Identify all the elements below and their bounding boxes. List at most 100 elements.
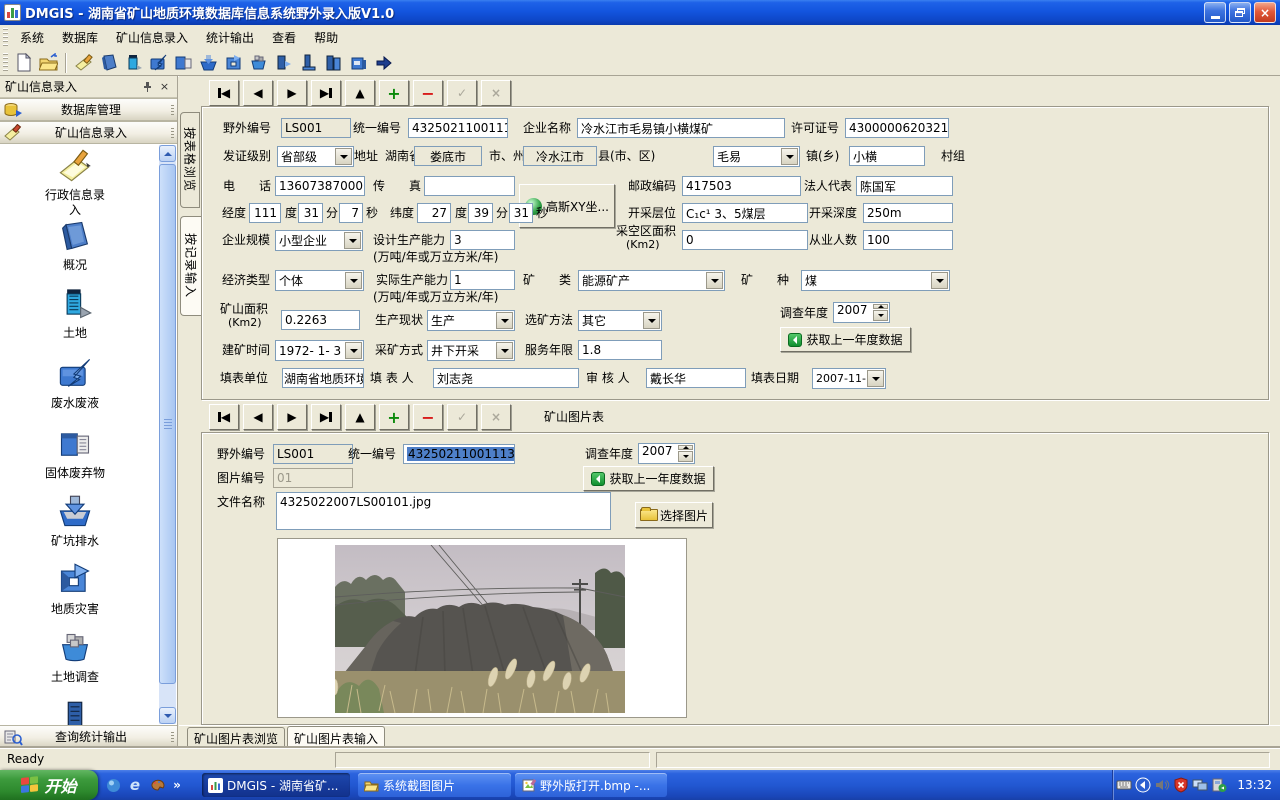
network-icon[interactable] [1192,777,1208,793]
county-combo[interactable]: 毛易 [713,146,800,167]
dropdown-arrow-icon[interactable] [931,272,948,289]
menu-mine-info-entry[interactable]: 矿山信息录入 [107,26,197,49]
town-input[interactable]: 小横 [849,146,925,166]
fill-person-input[interactable]: 刘志尧 [433,368,579,388]
dropdown-arrow-icon[interactable] [345,342,362,359]
nav2-prev-button[interactable]: ◀ [243,404,273,430]
nav1-up-button[interactable]: ▲ [345,80,375,106]
mine-area-input[interactable]: 0.2263 [281,310,360,330]
update-icon[interactable] [1211,777,1227,793]
mining-layer-input[interactable]: C₁c¹ 3、5煤层 [682,203,808,223]
wastewater-icon[interactable] [147,52,170,74]
nav2-up-button[interactable]: ▲ [345,404,375,430]
dressing-method-combo[interactable]: 其它 [578,310,662,331]
unified-no-input[interactable]: 43250211001113 [408,118,508,138]
column-icon[interactable] [297,52,320,74]
exit-icon[interactable] [372,52,395,74]
dropdown-arrow-icon[interactable] [344,232,361,249]
legal-rep-input[interactable]: 陈国军 [856,176,953,196]
taskbar-task-screenshots-folder[interactable]: 系统截图图片 [358,773,511,797]
prefecture-input[interactable]: 冷水江市 [523,146,597,166]
sidebar-item-overview[interactable]: 概况 [0,218,150,273]
license-no-input[interactable]: 4300000620321 [845,118,949,138]
nav2-next-button[interactable]: ▶ [277,404,307,430]
file-name-input[interactable]: 4325022007LS00101.jpg [276,492,611,530]
nav2-add-button[interactable]: + [379,404,409,430]
quick-launch-ie-icon[interactable]: e [126,776,144,794]
employees-input[interactable]: 100 [863,230,953,250]
license-level-combo[interactable]: 省部级 [277,146,354,167]
storage-icon[interactable] [347,52,370,74]
spin-up-icon[interactable] [678,445,693,450]
auditor-input[interactable]: 戴长华 [646,368,746,388]
fill-date-combo[interactable]: 2007-11-13 [812,368,886,389]
sidebar-group-database[interactable]: 数据库管理 [0,98,177,121]
build-time-combo[interactable]: 1972- 1- 3 [275,340,364,361]
scroll-up-button[interactable] [159,145,176,162]
nav1-cancel-button[interactable]: × [481,80,511,106]
choose-picture-button[interactable]: 选择图片 [635,502,713,528]
field-no-input[interactable]: LS001 [281,118,351,138]
sidebar-group-mine-entry[interactable]: 矿山信息录入 [0,121,177,144]
dropdown-arrow-icon[interactable] [345,272,362,289]
security-shield-icon[interactable] [1173,777,1189,793]
pic-survey-year-spinner[interactable]: 2007 [638,443,695,464]
production-status-combo[interactable]: 生产 [427,310,515,331]
keyboard-icon[interactable] [1116,777,1132,793]
drainage-icon[interactable] [197,52,220,74]
new-document-icon[interactable] [12,52,35,74]
design-capacity-input[interactable]: 3 [450,230,515,250]
city-input[interactable]: 娄底市 [414,146,482,166]
latitude-min-input[interactable]: 39 [468,203,493,223]
overview-icon[interactable] [97,52,120,74]
enterprise-input[interactable]: 冷水江市毛易镇小横煤矿 [577,118,785,138]
longitude-deg-input[interactable]: 111 [249,203,281,223]
fetch-previous-year-button[interactable]: 获取上一年度数据 [780,327,911,352]
longitude-sec-input[interactable]: 7 [339,203,363,223]
economy-type-combo[interactable]: 个体 [275,270,364,291]
spin-up-icon[interactable] [873,304,888,309]
dropdown-arrow-icon[interactable] [335,148,352,165]
sidebar-item-partial[interactable] [0,700,150,725]
close-button[interactable]: × [1254,2,1276,23]
quick-launch-orb-icon[interactable] [104,776,122,794]
taskbar-task-dmgis[interactable]: DMGIS - 湖南省矿... [202,773,350,797]
quick-launch-more-icon[interactable]: » [168,776,186,794]
tab-record-entry[interactable]: 按记录输入 [180,216,201,316]
sidebar-item-pit-drainage[interactable]: 矿坑排水 [0,494,150,549]
sidebar-item-land-survey[interactable]: 土地调查 [0,630,150,685]
quick-launch-paint-icon[interactable] [148,776,166,794]
nav1-post-button[interactable]: ✓ [447,80,477,106]
building-in-icon[interactable] [272,52,295,74]
pic-unified-no-input[interactable]: 43250211001113 [403,444,515,464]
menu-database[interactable]: 数据库 [53,26,107,49]
tab-picture-entry[interactable]: 矿山图片表输入 [287,726,385,749]
dropdown-arrow-icon[interactable] [781,148,798,165]
land-icon[interactable] [122,52,145,74]
menu-system[interactable]: 系统 [11,26,53,49]
language-icon[interactable] [1135,777,1151,793]
longitude-min-input[interactable]: 31 [298,203,323,223]
nav1-last-button[interactable]: ▶ [311,80,341,106]
sidebar-group-query-output[interactable]: 查询统计输出 [0,725,177,748]
dropdown-arrow-icon[interactable] [496,312,513,329]
survey-year-spinner[interactable]: 2007 [833,302,890,323]
spin-down-icon[interactable] [678,451,693,462]
menu-view[interactable]: 查看 [263,26,305,49]
actual-capacity-input[interactable]: 1 [450,270,515,290]
land-survey-icon[interactable] [247,52,270,74]
fax-input[interactable] [424,176,515,196]
taskbar-clock[interactable]: 13:32 [1233,778,1272,792]
sidebar-item-solid-waste[interactable]: 固体废弃物 [0,426,150,481]
nav2-cancel-button[interactable]: × [481,404,511,430]
nav1-prev-button[interactable]: ◀ [243,80,273,106]
twin-building-icon[interactable] [322,52,345,74]
solid-waste-icon[interactable] [172,52,195,74]
dropdown-arrow-icon[interactable] [706,272,723,289]
scroll-thumb[interactable] [159,164,176,684]
service-years-input[interactable]: 1.8 [578,340,662,360]
nav2-post-button[interactable]: ✓ [447,404,477,430]
restore-button[interactable] [1229,2,1251,23]
sidebar-item-admin-info[interactable]: 行政信息录入 [0,148,150,218]
postcode-input[interactable]: 417503 [682,176,801,196]
